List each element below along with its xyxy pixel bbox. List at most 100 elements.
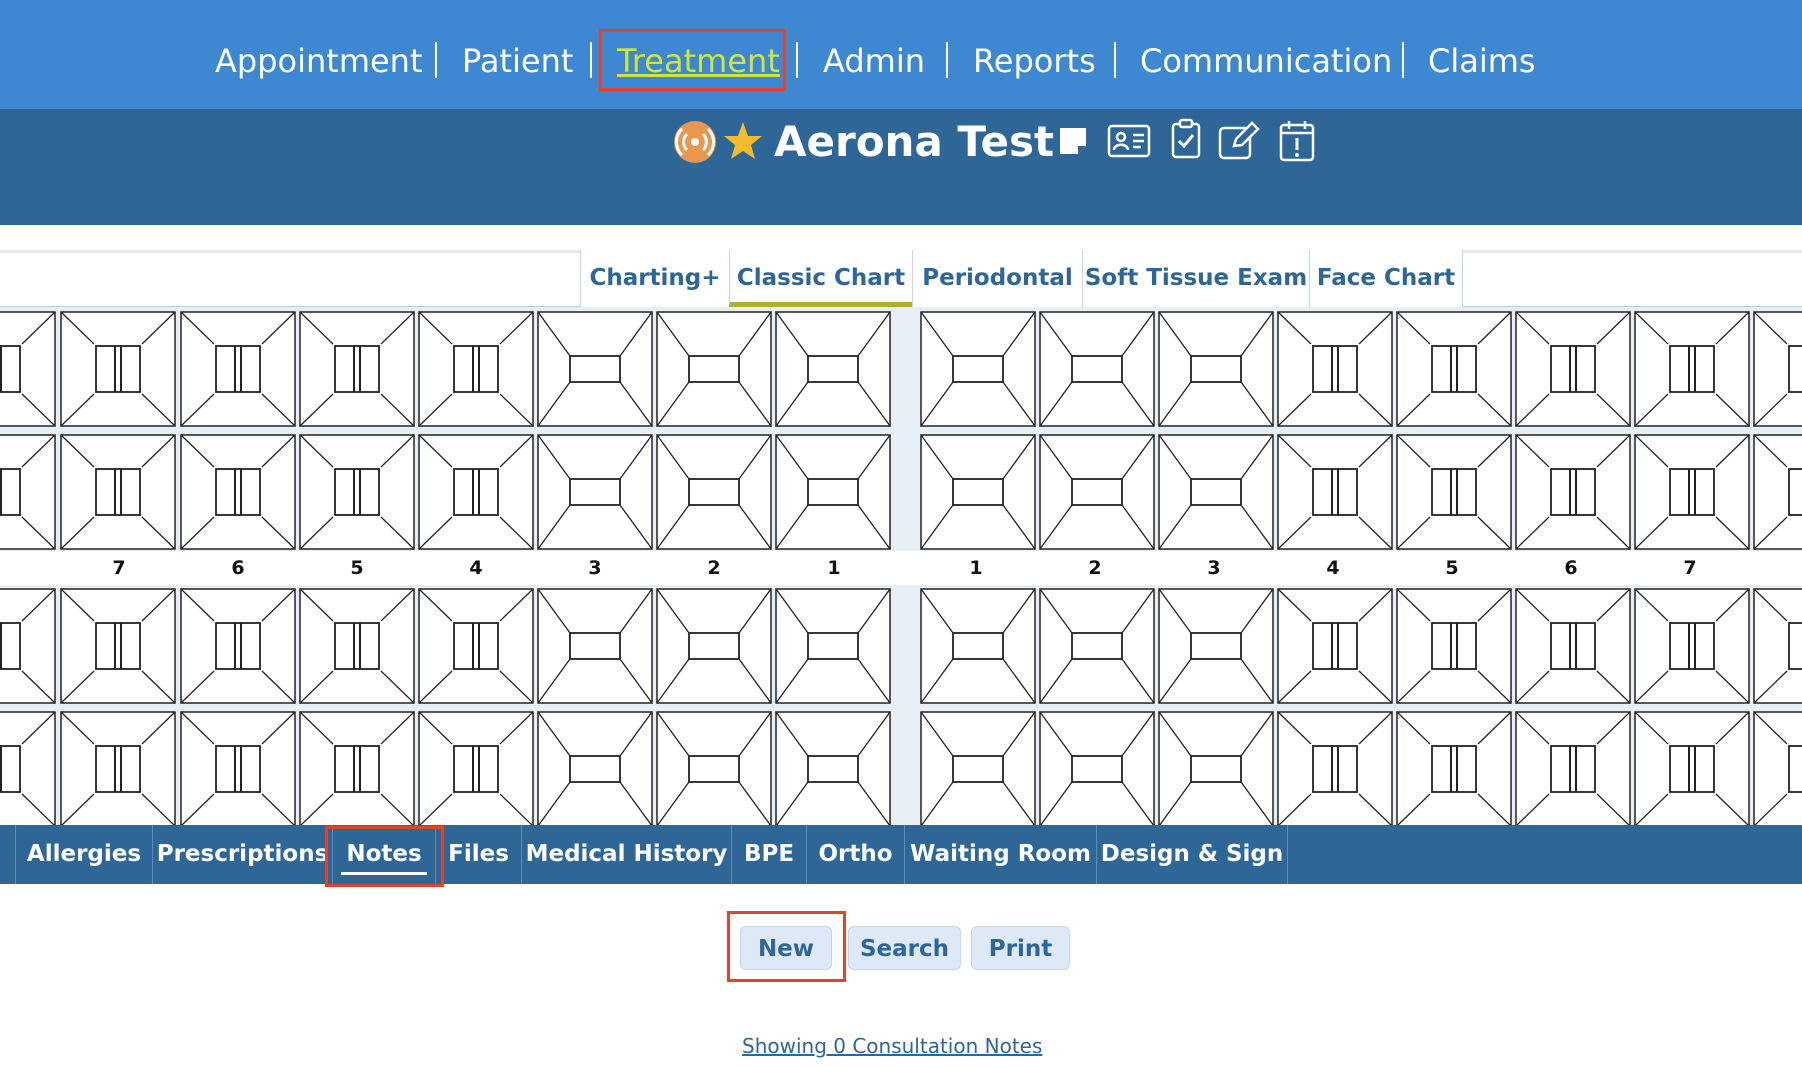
- tooth-surface-diagram[interactable]: [180, 711, 296, 825]
- tab-periodontal[interactable]: Periodontal: [912, 250, 1083, 307]
- tooth-surface-diagram[interactable]: [60, 711, 176, 825]
- tab-notes[interactable]: Notes: [333, 825, 436, 884]
- tooth-surface-diagram[interactable]: [1158, 588, 1274, 704]
- tab-design-sign[interactable]: Design & Sign: [1097, 825, 1288, 884]
- id-card-icon[interactable]: [1107, 124, 1151, 158]
- tooth-surface-diagram[interactable]: [775, 711, 891, 825]
- tooth-surface-diagram[interactable]: [1634, 588, 1750, 704]
- tooth-surface-diagram[interactable]: [656, 711, 772, 825]
- tooth-surface-diagram[interactable]: [1753, 434, 1802, 550]
- tooth-surface-diagram[interactable]: [1515, 434, 1631, 550]
- clipboard-check-icon[interactable]: [1170, 118, 1202, 160]
- print-notes-button[interactable]: Print: [971, 926, 1070, 970]
- tooth-surface-diagram[interactable]: [1039, 711, 1155, 825]
- tooth-surface-diagram[interactable]: [1158, 311, 1274, 427]
- tooth-surface-diagram[interactable]: [537, 588, 653, 704]
- tooth-surface-diagram[interactable]: [1634, 711, 1750, 825]
- tooth-surface-diagram[interactable]: [1396, 311, 1512, 427]
- tab-charting-plus[interactable]: Charting+: [580, 250, 730, 307]
- tooth-surface-diagram[interactable]: [1515, 588, 1631, 704]
- nav-admin[interactable]: Admin: [823, 38, 925, 84]
- tooth-surface-diagram[interactable]: [299, 434, 415, 550]
- nav-patient[interactable]: Patient: [462, 38, 573, 84]
- tooth-surface-diagram[interactable]: [920, 434, 1036, 550]
- tab-face-chart[interactable]: Face Chart: [1309, 250, 1463, 307]
- tooth-surface-diagram[interactable]: [1158, 434, 1274, 550]
- broadcast-icon[interactable]: [673, 120, 717, 164]
- tab-ortho[interactable]: Ortho: [807, 825, 905, 884]
- tooth-surface-diagram[interactable]: [1753, 311, 1802, 427]
- tab-soft-tissue-exam[interactable]: Soft Tissue Exam: [1082, 250, 1310, 307]
- tooth-surface-diagram[interactable]: [1277, 434, 1393, 550]
- tab-waiting-room[interactable]: Waiting Room: [905, 825, 1097, 884]
- tooth-surface-diagram[interactable]: [775, 311, 891, 427]
- tooth-surface-diagram[interactable]: [1277, 311, 1393, 427]
- star-icon[interactable]: [722, 120, 764, 162]
- tooth-surface-diagram[interactable]: [1039, 588, 1155, 704]
- tooth-surface-diagram[interactable]: [299, 311, 415, 427]
- tooth-surface-diagram[interactable]: [299, 711, 415, 825]
- nav-reports[interactable]: Reports: [973, 38, 1096, 84]
- tooth-surface-diagram[interactable]: [1634, 311, 1750, 427]
- tooth-surface-diagram[interactable]: [1277, 588, 1393, 704]
- tooth-surface-diagram[interactable]: [1039, 434, 1155, 550]
- tooth-surface-diagram[interactable]: [656, 311, 772, 427]
- tooth-surface-diagram[interactable]: [920, 311, 1036, 427]
- tooth-surface-diagram[interactable]: [537, 311, 653, 427]
- tooth-surface-diagram[interactable]: [656, 434, 772, 550]
- tooth-surface-diagram[interactable]: [418, 311, 534, 427]
- tooth-surface-diagram[interactable]: [537, 434, 653, 550]
- nav-treatment[interactable]: Treatment: [617, 38, 780, 84]
- tab-bpe[interactable]: BPE: [732, 825, 807, 884]
- tooth-surface-diagram[interactable]: [1634, 434, 1750, 550]
- tooth-surface-diagram[interactable]: [1277, 711, 1393, 825]
- tooth-number-label: 7: [112, 557, 126, 579]
- sticky-note-icon[interactable]: [1058, 126, 1088, 156]
- tooth-surface-diagram[interactable]: [1039, 311, 1155, 427]
- tab-allergies[interactable]: Allergies: [16, 825, 153, 884]
- tab-medical-history[interactable]: Medical History: [522, 825, 732, 884]
- tooth-surface-diagram[interactable]: [1396, 434, 1512, 550]
- tooth-surface-diagram[interactable]: [656, 588, 772, 704]
- tooth-surface-diagram[interactable]: [775, 434, 891, 550]
- tab-files[interactable]: Files: [436, 825, 522, 884]
- tooth-surface-diagram[interactable]: [1396, 711, 1512, 825]
- tooth-surface-diagram[interactable]: [180, 434, 296, 550]
- tooth-surface-diagram[interactable]: [775, 588, 891, 704]
- search-notes-button[interactable]: Search: [848, 926, 961, 970]
- tooth-number-label: 2: [1088, 557, 1102, 579]
- tooth-surface-diagram[interactable]: [0, 711, 56, 825]
- nav-communication[interactable]: Communication: [1140, 38, 1392, 84]
- tooth-surface-diagram[interactable]: [920, 711, 1036, 825]
- tooth-surface-diagram[interactable]: [1753, 711, 1802, 825]
- nav-claims[interactable]: Claims: [1428, 38, 1536, 84]
- tooth-surface-diagram[interactable]: [60, 311, 176, 427]
- tooth-surface-diagram[interactable]: [1515, 311, 1631, 427]
- tooth-surface-diagram[interactable]: [418, 711, 534, 825]
- tooth-surface-diagram[interactable]: [1753, 588, 1802, 704]
- tooth-surface-diagram[interactable]: [920, 588, 1036, 704]
- tooth-surface-diagram[interactable]: [1515, 711, 1631, 825]
- tooth-surface-diagram[interactable]: [180, 311, 296, 427]
- tooth-surface-diagram[interactable]: [1158, 711, 1274, 825]
- tooth-surface-diagram[interactable]: [0, 588, 56, 704]
- nav-appointment[interactable]: Appointment: [215, 38, 423, 84]
- consultation-notes-count-link[interactable]: Showing 0 Consultation Notes: [742, 1034, 1042, 1058]
- tooth-surface-diagram[interactable]: [0, 434, 56, 550]
- tab-prescriptions[interactable]: Prescriptions: [153, 825, 333, 884]
- tooth-surface-diagram[interactable]: [299, 588, 415, 704]
- tooth-surface-diagram[interactable]: [418, 588, 534, 704]
- edit-icon[interactable]: [1218, 120, 1260, 160]
- tab-overflow-left[interactable]: [0, 825, 16, 884]
- tab-classic-chart[interactable]: Classic Chart: [729, 250, 913, 307]
- tooth-surface-diagram[interactable]: [0, 311, 56, 427]
- tooth-surface-diagram[interactable]: [60, 434, 176, 550]
- calendar-alert-icon[interactable]: [1279, 118, 1315, 162]
- tooth-number-label: 6: [231, 557, 245, 579]
- tooth-surface-diagram[interactable]: [1396, 588, 1512, 704]
- new-note-button[interactable]: New: [740, 926, 832, 970]
- tooth-surface-diagram[interactable]: [60, 588, 176, 704]
- tooth-surface-diagram[interactable]: [180, 588, 296, 704]
- tooth-surface-diagram[interactable]: [537, 711, 653, 825]
- tooth-surface-diagram[interactable]: [418, 434, 534, 550]
